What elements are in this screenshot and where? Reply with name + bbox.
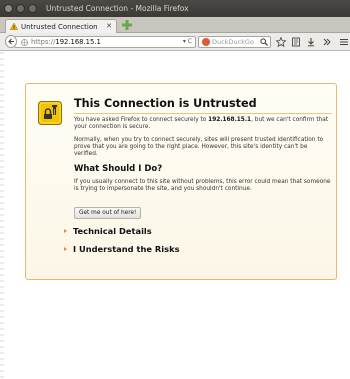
tab-untrusted-connection[interactable]: Untrusted Connection ✕ xyxy=(5,19,117,33)
technical-details-expander[interactable]: Technical Details xyxy=(64,226,332,236)
bookmarks-icon[interactable] xyxy=(291,37,301,47)
maximize-window-button[interactable] xyxy=(28,4,37,13)
search-icon[interactable] xyxy=(260,38,268,46)
error-content: This Connection is Untrusted You have as… xyxy=(64,97,332,262)
window-title: Untrusted Connection - Mozilla Firefox xyxy=(46,4,189,13)
error-title: This Connection is Untrusted xyxy=(74,97,332,114)
menu-icon[interactable] xyxy=(339,37,349,47)
understand-risks-expander[interactable]: I Understand the Risks xyxy=(64,244,332,254)
close-window-button[interactable] xyxy=(4,4,13,13)
star-icon[interactable] xyxy=(276,37,286,47)
error-box: This Connection is Untrusted You have as… xyxy=(25,83,337,280)
what-should-i-do-heading: What Should I Do? xyxy=(74,164,163,174)
error-paragraph-1: You have asked Firefox to connect secure… xyxy=(74,117,329,130)
understand-risks-label: I Understand the Risks xyxy=(73,244,180,254)
technical-details-label: Technical Details xyxy=(73,226,152,236)
search-input[interactable]: DuckDuckGo xyxy=(212,38,262,46)
navigation-bar: https://192.168.15.1 ▾ C DuckDuckGo xyxy=(0,33,350,51)
warning-icon xyxy=(10,23,18,30)
error-paragraph-3: If you usually connect to this site with… xyxy=(74,179,331,192)
expand-arrow-icon xyxy=(64,229,67,233)
tab-label: Untrusted Connection xyxy=(21,22,98,31)
get-me-out-button[interactable]: Get me out of here! xyxy=(74,207,142,219)
duckduckgo-icon xyxy=(202,38,210,46)
globe-icon xyxy=(21,38,28,46)
tab-strip: Untrusted Connection ✕ xyxy=(0,17,350,33)
window-titlebar: Untrusted Connection - Mozilla Firefox xyxy=(0,0,350,17)
url-controls[interactable]: ▾ C xyxy=(183,38,192,45)
back-button[interactable] xyxy=(5,35,17,48)
page-left-edge xyxy=(0,52,4,379)
overflow-icon[interactable] xyxy=(322,37,332,47)
download-icon[interactable] xyxy=(306,37,316,47)
new-tab-icon[interactable] xyxy=(122,20,132,30)
error-paragraph-2: Normally, when you try to connect secure… xyxy=(74,137,324,157)
url-text: https://192.168.15.1 xyxy=(31,38,101,46)
expand-arrow-icon xyxy=(64,247,67,251)
url-bar[interactable]: https://192.168.15.1 ▾ C xyxy=(14,36,196,48)
untrusted-lock-icon xyxy=(38,101,62,125)
close-tab-icon[interactable]: ✕ xyxy=(106,22,112,30)
minimize-window-button[interactable] xyxy=(16,4,25,13)
search-bar[interactable]: DuckDuckGo xyxy=(198,36,271,48)
back-icon xyxy=(7,38,14,45)
